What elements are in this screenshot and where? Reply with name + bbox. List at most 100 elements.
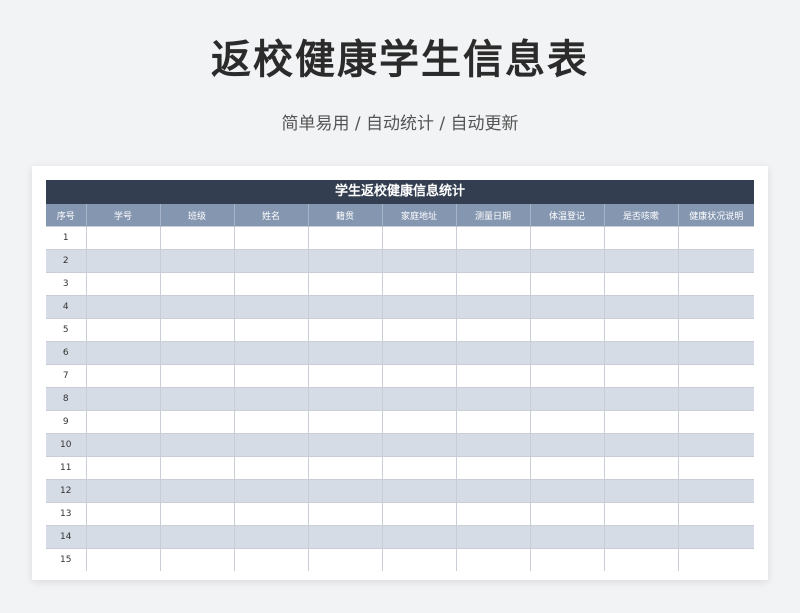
table-cell[interactable]	[233, 295, 308, 319]
table-cell[interactable]	[603, 272, 678, 296]
table-cell[interactable]	[85, 548, 160, 571]
table-cell[interactable]	[159, 502, 234, 526]
table-cell[interactable]	[307, 387, 382, 411]
table-cell[interactable]	[529, 341, 604, 365]
table-cell[interactable]	[455, 341, 530, 365]
table-cell[interactable]	[307, 479, 382, 503]
table-cell[interactable]	[159, 295, 234, 319]
table-cell[interactable]	[603, 341, 678, 365]
table-cell[interactable]	[677, 456, 755, 480]
table-cell[interactable]	[307, 364, 382, 388]
table-cell[interactable]	[159, 548, 234, 571]
table-cell[interactable]	[677, 479, 755, 503]
table-cell[interactable]	[381, 410, 456, 434]
table-cell[interactable]	[603, 502, 678, 526]
table-cell[interactable]	[85, 479, 160, 503]
table-cell[interactable]	[529, 295, 604, 319]
table-cell[interactable]	[307, 226, 382, 250]
table-cell[interactable]	[85, 456, 160, 480]
table-cell[interactable]	[307, 249, 382, 273]
table-cell[interactable]	[677, 410, 755, 434]
table-cell[interactable]	[85, 410, 160, 434]
table-cell[interactable]	[85, 295, 160, 319]
table-cell[interactable]	[455, 364, 530, 388]
table-cell[interactable]	[307, 502, 382, 526]
table-cell[interactable]	[529, 226, 604, 250]
table-cell[interactable]	[85, 502, 160, 526]
table-cell[interactable]	[529, 318, 604, 342]
table-cell[interactable]	[529, 410, 604, 434]
table-cell[interactable]	[529, 364, 604, 388]
table-cell[interactable]	[529, 502, 604, 526]
table-cell[interactable]	[381, 272, 456, 296]
table-cell[interactable]	[85, 387, 160, 411]
table-cell[interactable]	[603, 226, 678, 250]
table-cell[interactable]	[455, 318, 530, 342]
table-cell[interactable]	[455, 272, 530, 296]
table-cell[interactable]	[159, 387, 234, 411]
table-cell[interactable]	[677, 226, 755, 250]
table-cell[interactable]	[233, 226, 308, 250]
table-cell[interactable]	[603, 318, 678, 342]
table-cell[interactable]	[85, 341, 160, 365]
table-cell[interactable]	[455, 548, 530, 571]
table-cell[interactable]	[677, 249, 755, 273]
table-cell[interactable]	[603, 364, 678, 388]
table-cell[interactable]	[677, 502, 755, 526]
table-cell[interactable]	[159, 318, 234, 342]
table-cell[interactable]	[455, 456, 530, 480]
table-cell[interactable]	[307, 410, 382, 434]
table-cell[interactable]	[677, 295, 755, 319]
table-cell[interactable]	[603, 433, 678, 457]
table-cell[interactable]	[455, 226, 530, 250]
table-cell[interactable]	[455, 433, 530, 457]
table-cell[interactable]	[159, 525, 234, 549]
table-cell[interactable]	[307, 548, 382, 571]
table-cell[interactable]	[677, 387, 755, 411]
table-cell[interactable]	[677, 341, 755, 365]
table-cell[interactable]	[455, 387, 530, 411]
table-cell[interactable]	[381, 479, 456, 503]
table-cell[interactable]	[307, 341, 382, 365]
table-cell[interactable]	[233, 387, 308, 411]
table-cell[interactable]	[159, 410, 234, 434]
table-cell[interactable]	[381, 548, 456, 571]
table-cell[interactable]	[233, 318, 308, 342]
table-cell[interactable]	[233, 525, 308, 549]
table-cell[interactable]	[159, 249, 234, 273]
table-cell[interactable]	[381, 226, 456, 250]
table-cell[interactable]	[677, 364, 755, 388]
table-cell[interactable]	[455, 479, 530, 503]
table-cell[interactable]	[233, 364, 308, 388]
table-cell[interactable]	[603, 295, 678, 319]
table-cell[interactable]	[307, 272, 382, 296]
table-cell[interactable]	[603, 387, 678, 411]
table-cell[interactable]	[603, 249, 678, 273]
table-cell[interactable]	[233, 410, 308, 434]
table-cell[interactable]	[233, 502, 308, 526]
table-cell[interactable]	[455, 410, 530, 434]
table-cell[interactable]	[381, 318, 456, 342]
table-cell[interactable]	[529, 249, 604, 273]
table-cell[interactable]	[677, 318, 755, 342]
table-cell[interactable]	[233, 272, 308, 296]
table-cell[interactable]	[233, 479, 308, 503]
table-cell[interactable]	[159, 341, 234, 365]
table-cell[interactable]	[159, 272, 234, 296]
table-cell[interactable]	[455, 249, 530, 273]
table-cell[interactable]	[381, 502, 456, 526]
table-cell[interactable]	[603, 479, 678, 503]
table-cell[interactable]	[307, 525, 382, 549]
table-cell[interactable]	[159, 456, 234, 480]
table-cell[interactable]	[233, 548, 308, 571]
table-cell[interactable]	[677, 272, 755, 296]
table-cell[interactable]	[381, 456, 456, 480]
table-cell[interactable]	[381, 525, 456, 549]
table-cell[interactable]	[233, 433, 308, 457]
table-cell[interactable]	[603, 548, 678, 571]
table-cell[interactable]	[455, 502, 530, 526]
table-cell[interactable]	[381, 341, 456, 365]
table-cell[interactable]	[85, 364, 160, 388]
table-cell[interactable]	[529, 479, 604, 503]
table-cell[interactable]	[529, 525, 604, 549]
